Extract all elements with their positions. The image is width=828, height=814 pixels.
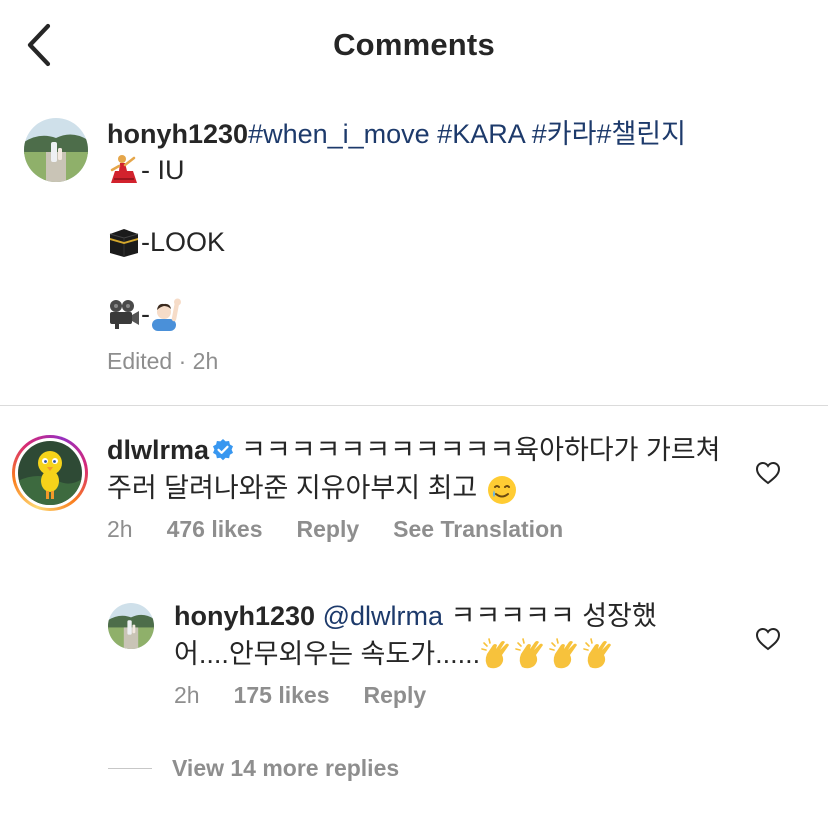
post-caption: honyh1230 #when_i_move #KARA #카라#챌린지 - I… — [0, 100, 828, 406]
header: Comments — [0, 0, 828, 90]
see-translation-button[interactable]: See Translation — [393, 516, 563, 543]
reply-body: 어....안무외우는 속도가...... — [174, 639, 481, 669]
clapping-hands-icon — [582, 637, 616, 671]
likes-count[interactable]: 476 likes — [167, 516, 263, 543]
divider — [108, 768, 152, 769]
comment-body: ㅋㅋㅋㅋㅋㅋㅋㅋㅋㅋㅋ육아하다가 가르쳐 — [241, 435, 721, 465]
story-ring[interactable] — [12, 435, 88, 511]
view-more-replies-label: View 14 more replies — [172, 755, 400, 781]
avatar[interactable] — [18, 441, 82, 505]
clapping-hands-icon — [480, 637, 514, 671]
reply-mention[interactable]: @dlwlrma — [323, 601, 443, 631]
reply-button[interactable]: Reply — [364, 682, 427, 709]
kaaba-icon — [107, 225, 141, 259]
caption-text: honyh1230 #when_i_move #KARA #카라#챌린지 - I… — [107, 116, 797, 332]
clapping-hands-icon — [548, 637, 582, 671]
reply-text: honyh1230 @dlwlrma ㅋㅋㅋㅋㅋ 성장했 어....안무외우는 … — [174, 597, 734, 673]
reply-button[interactable]: Reply — [297, 516, 360, 543]
verified-badge-icon — [211, 438, 235, 462]
caption-hashtags[interactable]: #when_i_move #KARA #카라#챌린지 — [248, 116, 686, 152]
comment-body: 주러 달려나와준 지유아부지 최고 — [107, 473, 485, 503]
comment-text: dlwlrma ㅋㅋㅋㅋㅋㅋㅋㅋㅋㅋㅋ육아하다가 가르쳐 주러 달려나와준 지유아… — [107, 431, 727, 507]
reply-actions: 2h 175 likes Reply — [174, 682, 426, 709]
divider — [0, 405, 828, 406]
dancer-icon — [107, 153, 141, 187]
reply-time: 2h — [174, 682, 200, 708]
reply-body: ㅋㅋㅋㅋㅋ 성장했 — [443, 601, 657, 631]
man-raising-hand-icon — [150, 297, 184, 331]
comment-time: 2h — [107, 516, 133, 542]
caption-line-text: -LOOK — [141, 227, 226, 257]
view-more-replies-button[interactable]: View 14 more replies — [108, 755, 399, 782]
caption-username[interactable]: honyh1230 — [107, 116, 248, 152]
avatar[interactable] — [108, 603, 154, 649]
heart-icon — [755, 461, 781, 485]
likes-count[interactable]: 175 likes — [234, 682, 330, 709]
avatar[interactable] — [24, 118, 88, 182]
smiling-face-with-tear-icon — [485, 473, 519, 507]
caption-line-text: - IU — [141, 155, 185, 185]
reply-username[interactable]: honyh1230 — [174, 601, 315, 631]
clapping-hands-icon — [514, 637, 548, 671]
heart-icon — [755, 627, 781, 651]
caption-meta: Edited · 2h — [107, 348, 219, 374]
like-button[interactable] — [755, 627, 781, 651]
comment-username[interactable]: dlwlrma — [107, 435, 209, 465]
like-button[interactable] — [755, 461, 781, 485]
caption-line-text: - — [141, 299, 150, 329]
page-title: Comments — [333, 27, 495, 62]
movie-camera-icon — [107, 297, 141, 331]
comment-actions: 2h 476 likes Reply See Translation — [107, 516, 563, 543]
